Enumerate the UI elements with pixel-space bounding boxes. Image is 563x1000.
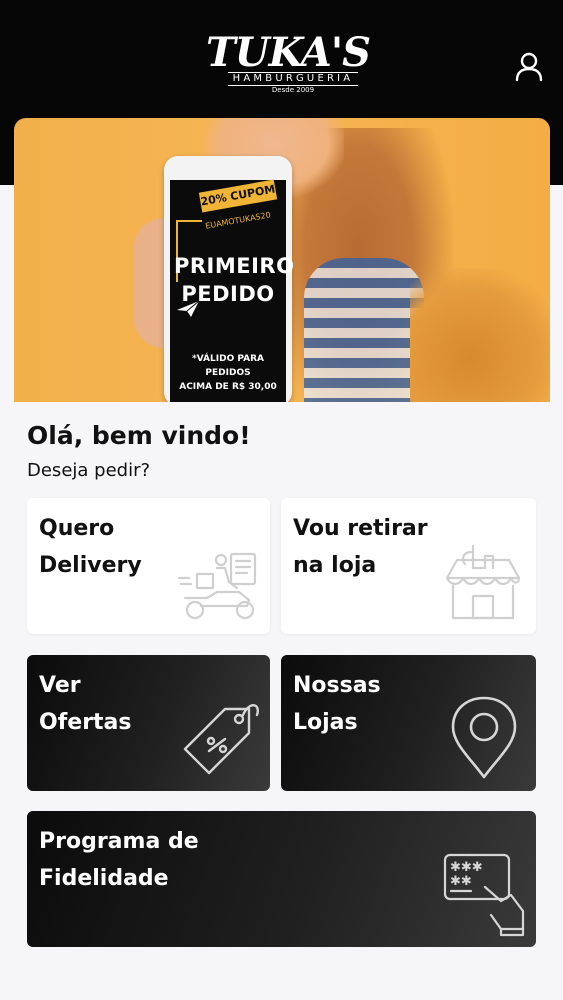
pickup-label-line2: na loja — [293, 553, 377, 578]
offers-card[interactable]: Ver Ofertas — [27, 655, 270, 791]
welcome-title: Olá, bem vindo! — [27, 421, 251, 450]
stores-label-line1: Nossas — [293, 673, 381, 698]
pickup-label-line1: Vou retirar — [293, 516, 428, 541]
loyalty-card[interactable]: Programa de Fidelidade ✱✱✱ ✱✱ — [27, 811, 536, 947]
pickup-label: Vou retirar na loja — [293, 510, 463, 584]
brand-logo[interactable]: TUKA'S HAMBURGUERIA Desde 2009 — [198, 30, 371, 98]
promo-note-line2: ACIMA DE R$ 30,00 — [179, 382, 277, 392]
loyalty-label-line2: Fidelidade — [39, 866, 169, 891]
paper-plane-icon — [177, 300, 200, 317]
svg-text:✱✱✱: ✱✱✱ — [450, 860, 483, 875]
loyalty-card-icon: ✱✱✱ ✱✱ — [443, 853, 525, 937]
promo-note-line1: *VÁLIDO PARA PEDIDOS — [192, 354, 264, 378]
delivery-card[interactable]: Quero Delivery — [27, 498, 270, 634]
map-pin-icon — [451, 696, 517, 779]
banner-photo-shirt — [304, 258, 424, 402]
account-button[interactable] — [512, 50, 546, 84]
promo-banner[interactable]: 20% CUPOM EUAMOTUKAS20 PRIMEIRO PEDIDO *… — [14, 118, 550, 402]
banner-phone-screen: 20% CUPOM EUAMOTUKAS20 PRIMEIRO PEDIDO *… — [170, 179, 295, 402]
stores-label-line2: Lojas — [293, 710, 358, 735]
loyalty-label-line1: Programa de — [39, 829, 199, 854]
promo-title-line1: PRIMEIRO — [174, 254, 295, 278]
user-icon — [515, 52, 543, 82]
coupon-tag: 20% CUPOM — [198, 179, 278, 213]
delivery-scooter-icon — [177, 552, 257, 620]
brand-name: TUKA'S — [206, 29, 371, 76]
stores-card[interactable]: Nossas Lojas — [281, 655, 536, 791]
banner-phone: 20% CUPOM EUAMOTUKAS20 PRIMEIRO PEDIDO *… — [164, 156, 295, 402]
loyalty-label: Programa de Fidelidade — [39, 823, 339, 897]
brand-since: Desde 2009 — [271, 86, 315, 94]
promo-note: *VÁLIDO PARA PEDIDOS ACIMA DE R$ 30,00 — [174, 352, 282, 394]
svg-text:✱✱: ✱✱ — [450, 874, 472, 889]
store-pickup-icon — [445, 544, 521, 620]
discount-tag-icon — [183, 704, 259, 775]
delivery-label-line1: Quero — [39, 516, 115, 541]
brand-subtitle: HAMBURGUERIA — [228, 72, 358, 86]
stores-label: Nossas Lojas — [293, 667, 463, 741]
pickup-card[interactable]: Vou retirar na loja — [281, 498, 536, 634]
banner-photo-jacket — [410, 268, 550, 402]
welcome-subtitle: Deseja pedir? — [27, 460, 151, 481]
